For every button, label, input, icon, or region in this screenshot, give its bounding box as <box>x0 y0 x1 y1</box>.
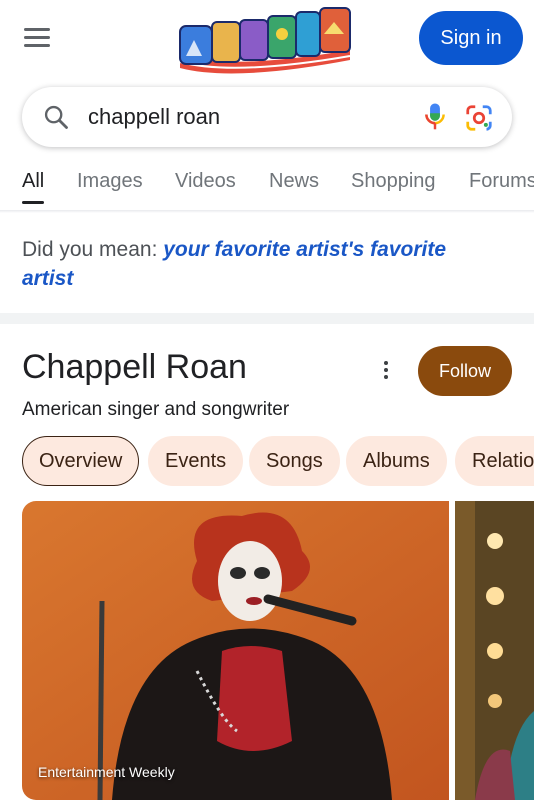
artist-photo-main[interactable]: Entertainment Weekly <box>22 501 449 800</box>
artist-photo-secondary-illustration <box>455 501 534 800</box>
tab-news[interactable]: News <box>269 170 319 193</box>
search-bar[interactable]: chappell roan <box>22 87 512 147</box>
image-caption: Entertainment Weekly <box>38 764 175 780</box>
tab-images[interactable]: Images <box>77 170 143 193</box>
chip-overview[interactable]: Overview <box>22 436 140 486</box>
knowledge-panel-title: Chappell Roan <box>22 348 247 386</box>
google-lens-icon[interactable] <box>464 103 494 133</box>
section-separator <box>0 313 534 324</box>
follow-button[interactable]: Follow <box>418 346 512 396</box>
more-vert-icon[interactable] <box>376 358 396 384</box>
tab-all[interactable]: All <box>22 170 44 193</box>
chip-songs[interactable]: Songs <box>249 436 340 486</box>
tab-forums[interactable]: Forums <box>469 170 534 193</box>
tab-shopping[interactable]: Shopping <box>351 170 436 193</box>
knowledge-panel-chips: Overview Events Songs Albums Relationshi… <box>0 436 534 488</box>
microphone-icon[interactable] <box>420 101 450 133</box>
tabs-divider <box>0 210 534 213</box>
active-tab-indicator <box>22 201 44 204</box>
chip-events[interactable]: Events <box>148 436 244 486</box>
artist-photo-illustration <box>22 501 449 800</box>
search-icon <box>44 105 68 129</box>
tab-videos[interactable]: Videos <box>175 170 236 193</box>
artist-photo-secondary[interactable] <box>455 501 534 800</box>
chip-albums[interactable]: Albums <box>346 436 447 486</box>
hamburger-menu-icon[interactable] <box>24 28 58 54</box>
sign-in-button[interactable]: Sign in <box>419 11 523 65</box>
header: Sign in <box>0 0 534 86</box>
google-doodle-logo[interactable] <box>174 4 356 82</box>
did-you-mean-prefix: Did you mean: <box>22 238 164 261</box>
search-query-text[interactable]: chappell roan <box>88 87 220 147</box>
knowledge-panel-subtitle: American singer and songwriter <box>22 399 290 420</box>
did-you-mean: Did you mean: your favorite artist's fav… <box>22 235 502 293</box>
chip-relationships[interactable]: Relationships <box>455 436 534 486</box>
search-tabs: All Images Videos News Shopping Forums <box>0 162 534 210</box>
